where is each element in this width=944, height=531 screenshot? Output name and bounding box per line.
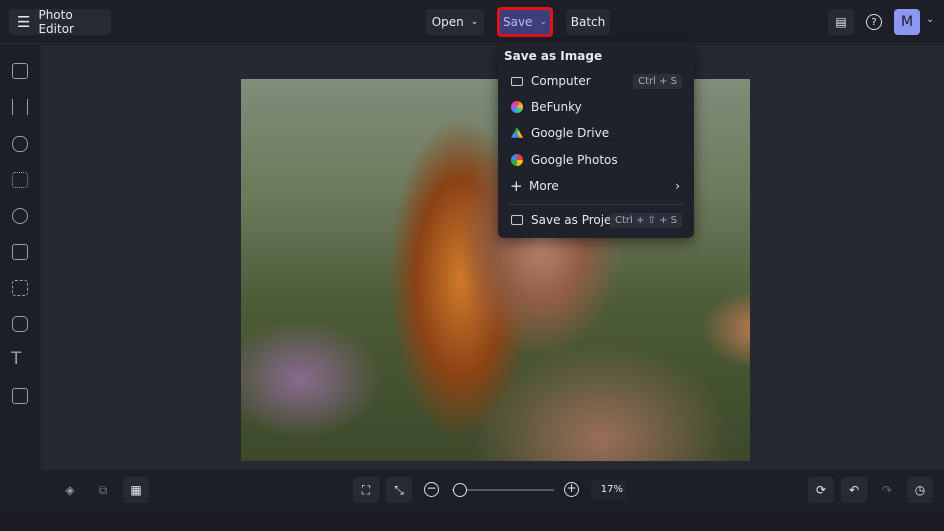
- shortcut: Ctrl + ⇧ + S: [610, 212, 682, 228]
- eye-icon[interactable]: [12, 136, 28, 152]
- zoom-out-icon[interactable]: −: [424, 482, 439, 497]
- grid-icon: ▦: [130, 483, 142, 497]
- menu-item-computer[interactable]: Computer Ctrl + S: [498, 69, 694, 93]
- avatar[interactable]: M: [894, 9, 920, 35]
- chevron-right-icon: ›: [675, 179, 680, 193]
- batch-label: Batch: [570, 15, 606, 29]
- zoom-slider-handle[interactable]: [453, 483, 467, 497]
- redo-button[interactable]: ↷: [874, 477, 900, 503]
- grid-button[interactable]: ▦: [123, 477, 149, 503]
- refresh-icon: ⟳: [815, 483, 827, 497]
- actual-size-button[interactable]: ⤡: [386, 477, 412, 503]
- frame-icon[interactable]: [12, 244, 28, 260]
- chevron-down-icon: ⌄: [470, 17, 479, 27]
- zoom-in-icon[interactable]: +: [564, 482, 579, 497]
- bottom-toolbar: ◈ ⧉ ▦ ⛶ ⤡ − + 17% ⟳ ↶ ↷ ◷: [0, 470, 944, 510]
- menu-item-befunky[interactable]: BeFunky: [498, 95, 694, 119]
- comments-button[interactable]: ▤: [828, 9, 854, 35]
- item-label: Save as Project: [531, 213, 623, 227]
- google-drive-icon: [511, 127, 523, 138]
- chevron-down-icon: ⌄: [539, 17, 547, 27]
- shortcut: Ctrl + S: [633, 73, 682, 89]
- redo-icon: ↷: [881, 483, 893, 497]
- undo-button[interactable]: ↶: [841, 477, 867, 503]
- overlay-icon[interactable]: [12, 388, 28, 404]
- effects-icon[interactable]: [12, 172, 28, 188]
- layers-icon: ◈: [65, 483, 75, 497]
- help-button[interactable]: ?: [861, 9, 887, 35]
- item-label: Google Drive: [531, 126, 610, 140]
- item-label: Google Photos: [531, 153, 618, 167]
- batch-button[interactable]: Batch: [566, 9, 610, 35]
- text-icon[interactable]: T: [11, 349, 21, 369]
- save-button[interactable]: Save ⌄: [497, 7, 553, 37]
- chevron-down-icon[interactable]: ⌄: [926, 14, 934, 25]
- rotate-button[interactable]: ⟳: [808, 477, 834, 503]
- artsy-icon[interactable]: [12, 208, 28, 224]
- compare-icon: ⧉: [98, 482, 108, 497]
- monitor-icon: [511, 76, 523, 86]
- item-label: More: [529, 179, 559, 193]
- briefcase-icon: [511, 215, 523, 225]
- image-icon[interactable]: [12, 63, 28, 79]
- open-label: Open: [431, 15, 464, 29]
- fit-screen-button[interactable]: ⛶: [353, 477, 379, 503]
- top-bar: ☰ Photo Editor Open ⌄ Save ⌄ Batch ▤ ? M ⌄: [0, 0, 944, 44]
- menu-item-google-drive[interactable]: Google Drive: [498, 121, 694, 145]
- item-label: BeFunky: [531, 100, 582, 114]
- history-icon: ◷: [914, 483, 926, 497]
- footer-strip: [0, 510, 944, 531]
- tool-sidebar: T: [0, 45, 42, 470]
- texture-icon[interactable]: [12, 316, 28, 332]
- shapes-icon[interactable]: [12, 280, 28, 296]
- undo-icon: ↶: [848, 483, 860, 497]
- app-title: Photo Editor: [38, 8, 74, 36]
- befunky-icon: [511, 101, 523, 113]
- zoom-slider[interactable]: [452, 489, 554, 491]
- history-button[interactable]: ◷: [907, 477, 933, 503]
- save-dropdown: Save as Image Computer Ctrl + S BeFunky G…: [498, 42, 694, 238]
- comment-icon: ▤: [835, 15, 847, 29]
- avatar-initial: M: [900, 14, 914, 30]
- help-icon: ?: [866, 14, 882, 30]
- google-photos-icon: [511, 154, 523, 166]
- shrink-icon: ⤡: [394, 482, 404, 497]
- expand-icon: ⛶: [361, 482, 371, 497]
- adjust-icon[interactable]: [12, 99, 28, 115]
- plus-icon: +: [510, 177, 523, 195]
- hamburger-icon: ☰: [17, 13, 31, 31]
- menu-item-google-photos[interactable]: Google Photos: [498, 148, 694, 172]
- menu-item-more[interactable]: + More ›: [498, 174, 694, 198]
- open-button[interactable]: Open ⌄: [426, 9, 484, 35]
- menu-heading: Save as Image: [504, 49, 603, 63]
- menu-button[interactable]: ☰ Photo Editor: [9, 8, 111, 36]
- layers-button[interactable]: ◈: [57, 477, 83, 503]
- menu-divider: [508, 204, 684, 205]
- compare-button[interactable]: ⧉: [90, 477, 116, 503]
- menu-item-save-project[interactable]: Save as Project Ctrl + ⇧ + S: [498, 208, 694, 232]
- zoom-value[interactable]: 17%: [591, 480, 627, 500]
- item-label: Computer: [531, 74, 591, 88]
- save-label: Save: [502, 15, 533, 29]
